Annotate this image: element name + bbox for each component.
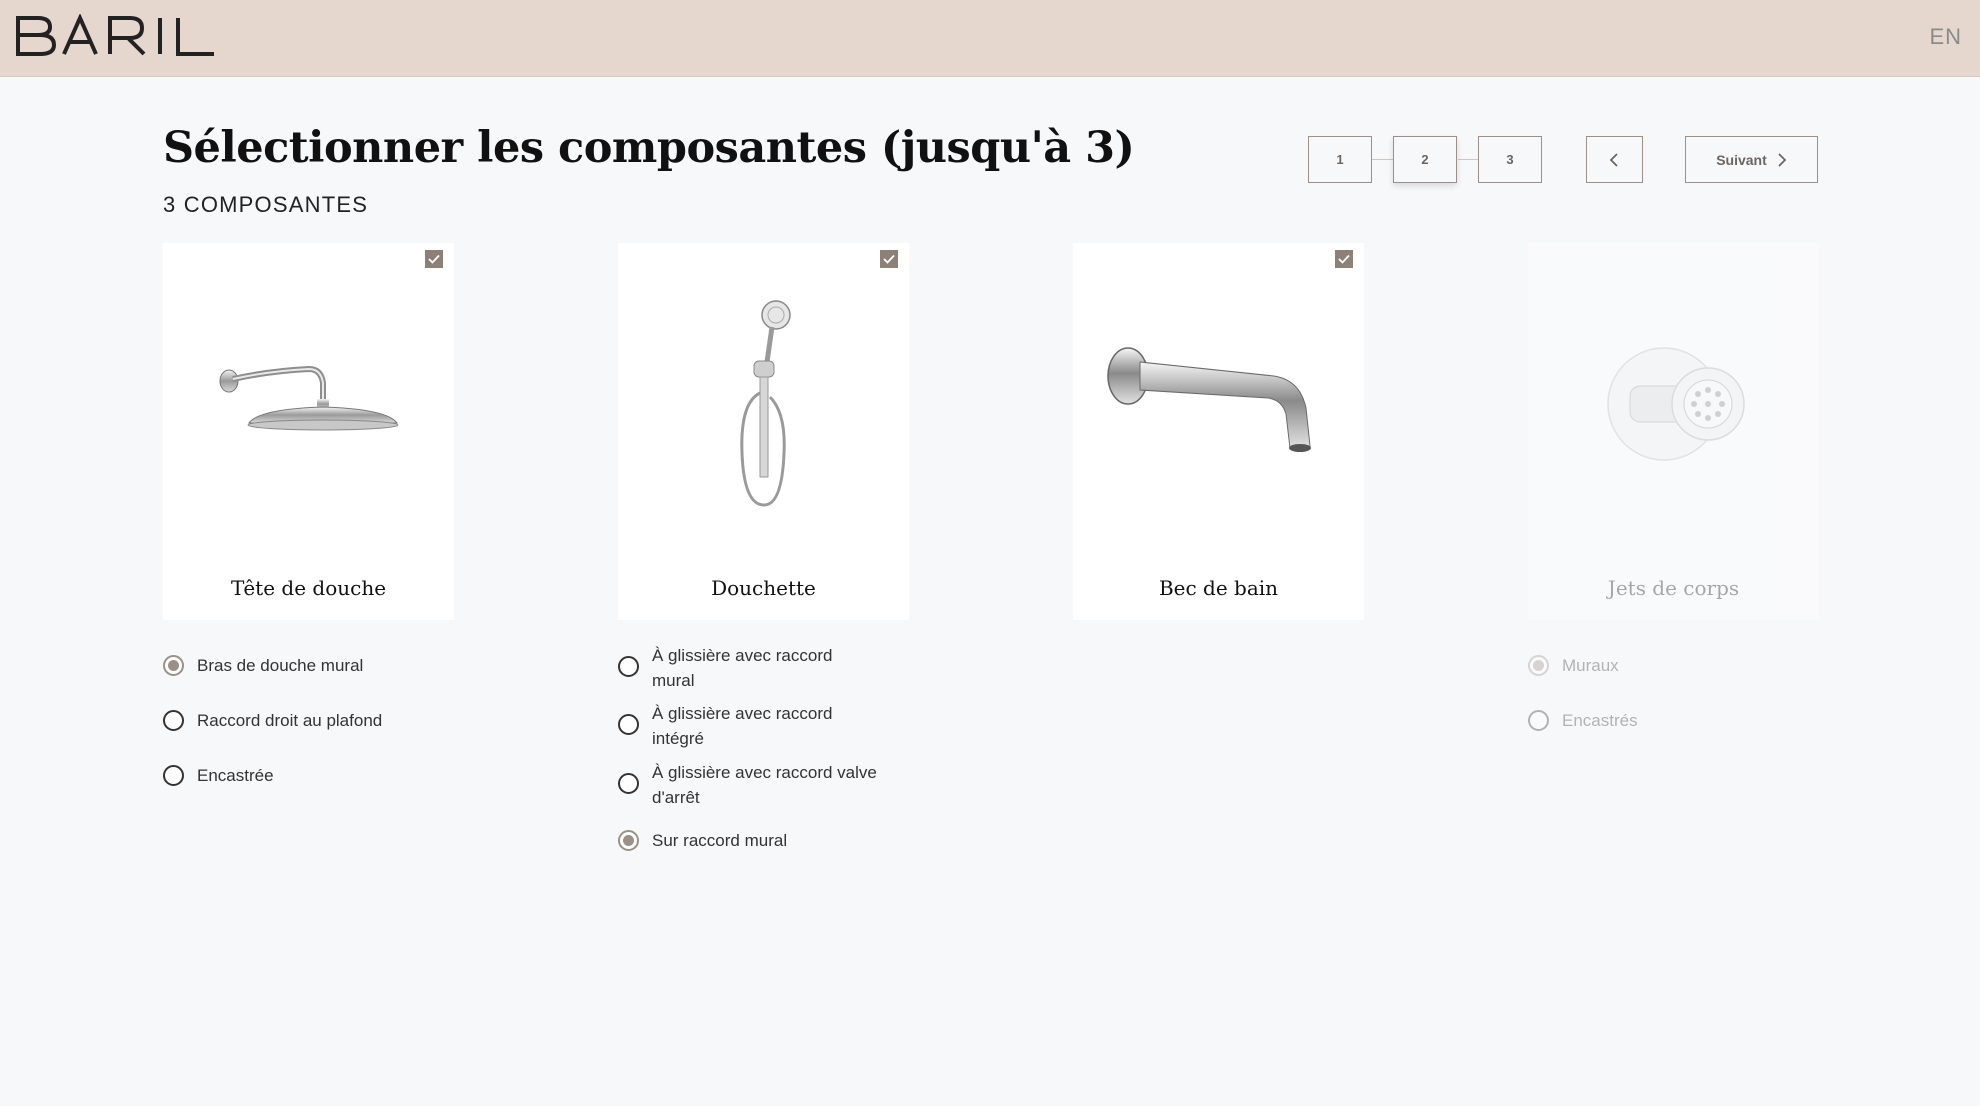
component-name: Bec de bain xyxy=(1158,576,1279,600)
option-label: À glissière avec raccord intégré xyxy=(652,704,833,748)
component-card-tub-spout[interactable]: Bec de bain xyxy=(1073,243,1364,620)
option-label: Sur raccord mural xyxy=(652,831,788,850)
radio-icon[interactable] xyxy=(618,773,639,794)
component-name: Douchette xyxy=(711,576,816,600)
baril-logo[interactable] xyxy=(14,14,226,58)
language-switch[interactable]: EN xyxy=(1929,24,1962,50)
option-radio[interactable]: Encastrés xyxy=(1528,710,1638,733)
radio-selected-icon[interactable] xyxy=(1528,655,1549,676)
shower-head-icon xyxy=(163,283,454,523)
option-radio[interactable]: À glissière avec raccord valve d'arrêt xyxy=(618,763,878,810)
radio-icon[interactable] xyxy=(1528,710,1549,731)
radio-icon[interactable] xyxy=(618,714,639,735)
radio-selected-icon[interactable] xyxy=(163,655,184,676)
chevron-right-icon xyxy=(1778,152,1787,167)
component-card-shower-head[interactable]: Tête de douche xyxy=(163,243,454,620)
radio-icon[interactable] xyxy=(618,656,639,677)
checkbox-checked-icon[interactable] xyxy=(1335,250,1353,268)
next-button[interactable]: Suivant xyxy=(1685,136,1818,183)
option-radio[interactable]: Raccord droit au plafond xyxy=(163,710,382,733)
step-2-button[interactable]: 2 xyxy=(1393,136,1457,183)
components-count: 3 COMPOSANTES xyxy=(163,192,369,217)
option-label: À glissière avec raccord mural xyxy=(652,646,833,690)
component-name: Jets de corps xyxy=(1607,576,1740,600)
component-card-body-jets[interactable]: Jets de corps xyxy=(1528,243,1819,620)
next-button-label: Suivant xyxy=(1716,151,1767,168)
option-radio[interactable]: Bras de douche mural xyxy=(163,655,363,678)
checkbox-checked-icon[interactable] xyxy=(880,250,898,268)
top-bar: EN xyxy=(0,0,1980,77)
option-label: Bras de douche mural xyxy=(197,656,364,675)
step-connector xyxy=(1372,159,1394,160)
option-label: Raccord droit au plafond xyxy=(197,711,383,730)
tub-spout-icon xyxy=(1073,283,1364,523)
option-label: Encastrée xyxy=(197,766,274,785)
step-3-button[interactable]: 3 xyxy=(1478,136,1542,183)
page-title: Sélectionner les composantes (jusqu'à 3) xyxy=(163,123,1135,173)
chevron-left-icon xyxy=(1609,152,1618,167)
option-radio[interactable]: À glissière avec raccord intégré xyxy=(618,704,878,751)
radio-icon[interactable] xyxy=(163,765,184,786)
option-radio[interactable]: Muraux xyxy=(1528,655,1619,678)
option-radio[interactable]: À glissière avec raccord mural xyxy=(618,646,878,693)
component-card-hand-shower[interactable]: Douchette xyxy=(618,243,909,620)
checkbox-checked-icon[interactable] xyxy=(425,250,443,268)
previous-button[interactable] xyxy=(1586,136,1643,183)
option-label: Muraux xyxy=(1562,656,1619,675)
option-radio[interactable]: Sur raccord mural xyxy=(618,830,787,853)
step-connector xyxy=(1458,159,1480,160)
radio-selected-icon[interactable] xyxy=(618,830,639,851)
component-name: Tête de douche xyxy=(230,576,387,600)
option-radio[interactable]: Encastrée xyxy=(163,765,274,788)
hand-shower-icon xyxy=(618,283,909,523)
radio-icon[interactable] xyxy=(163,710,184,731)
option-label: À glissière avec raccord valve d'arrêt xyxy=(652,763,877,807)
option-label: Encastrés xyxy=(1562,711,1638,730)
step-1-button[interactable]: 1 xyxy=(1308,136,1372,183)
body-jet-icon xyxy=(1528,283,1819,523)
